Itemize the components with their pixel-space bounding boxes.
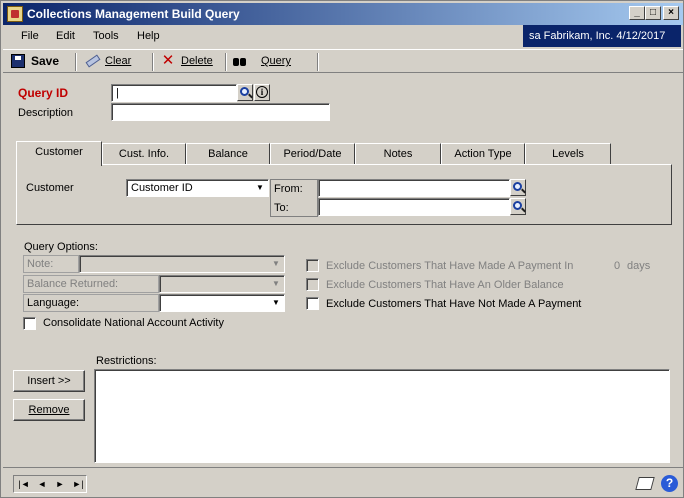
language-label-box: Language: bbox=[23, 294, 159, 312]
tab-balance[interactable]: Balance bbox=[186, 143, 270, 165]
customer-tab-panel: Customer Customer ID ▼ From: To: bbox=[16, 164, 672, 225]
query-id-field[interactable]: | bbox=[111, 84, 237, 102]
note-label-box: Note: bbox=[23, 255, 79, 273]
from-field[interactable] bbox=[318, 179, 510, 197]
toolbar: Save Clear ✕ Delete Query bbox=[3, 49, 683, 73]
from-to-label-box: From: To: bbox=[270, 179, 318, 217]
clear-label: Clear bbox=[105, 55, 132, 67]
record-navigation: |◄ ◄ ► ►| bbox=[13, 475, 87, 493]
customer-field-select[interactable]: Customer ID ▼ bbox=[126, 179, 269, 197]
description-field[interactable] bbox=[111, 103, 330, 121]
title-bar: Collections Management Build Query _ □ × bbox=[3, 3, 683, 25]
restrictions-list[interactable] bbox=[94, 369, 670, 463]
toolbar-separator bbox=[317, 53, 319, 71]
delete-label: Delete bbox=[181, 55, 213, 67]
consolidate-label: Consolidate National Account Activity bbox=[43, 317, 224, 329]
customer-label: Customer bbox=[26, 182, 74, 194]
delete-button[interactable]: ✕ Delete bbox=[161, 52, 213, 70]
balance-returned-label: Balance Returned: bbox=[27, 278, 119, 290]
query-button[interactable]: Query bbox=[233, 54, 291, 70]
consolidate-checkbox[interactable] bbox=[23, 317, 36, 330]
save-button[interactable]: Save bbox=[11, 54, 59, 70]
tab-levels[interactable]: Levels bbox=[525, 143, 611, 165]
chevron-down-icon: ▼ bbox=[272, 279, 280, 288]
menu-edit[interactable]: Edit bbox=[56, 30, 75, 42]
to-label: To: bbox=[274, 202, 289, 214]
build-query-window: Collections Management Build Query _ □ ×… bbox=[0, 0, 684, 498]
info-icon: i bbox=[256, 86, 268, 98]
days-label: days bbox=[627, 260, 651, 272]
language-label: Language: bbox=[27, 297, 79, 309]
save-label: Save bbox=[31, 54, 60, 68]
chevron-down-icon: ▼ bbox=[272, 298, 280, 307]
clear-button[interactable]: Clear bbox=[85, 54, 131, 70]
menu-help[interactable]: Help bbox=[137, 30, 160, 42]
query-options-heading: Query Options: bbox=[24, 241, 98, 253]
save-icon bbox=[11, 54, 25, 68]
exclude-payment-in-days-value: 0 bbox=[614, 260, 621, 272]
window-title: Collections Management Build Query bbox=[27, 7, 240, 21]
exclude-older-balance-checkbox bbox=[306, 278, 319, 291]
insert-button[interactable]: Insert >> bbox=[13, 370, 85, 392]
exclude-not-made-payment-checkbox[interactable] bbox=[306, 297, 319, 310]
menu-file[interactable]: File bbox=[21, 30, 39, 42]
first-record-button[interactable]: |◄ bbox=[16, 478, 32, 490]
help-icon[interactable]: ? bbox=[661, 475, 678, 492]
note-icon[interactable] bbox=[635, 477, 655, 490]
app-icon bbox=[7, 6, 23, 22]
balance-returned-select: ▼ bbox=[159, 275, 285, 293]
chevron-down-icon: ▼ bbox=[256, 183, 264, 192]
from-label: From: bbox=[274, 183, 303, 195]
to-lookup-button[interactable] bbox=[510, 198, 526, 215]
menu-tools[interactable]: Tools bbox=[93, 30, 119, 42]
chevron-down-icon: ▼ bbox=[272, 259, 280, 268]
exclude-not-made-payment-label: Exclude Customers That Have Not Made A P… bbox=[326, 298, 582, 310]
tab-cust-info[interactable]: Cust. Info. bbox=[102, 143, 186, 165]
company-date-bar: sa Fabrikam, Inc. 4/12/2017 bbox=[523, 25, 681, 47]
toolbar-separator bbox=[75, 53, 77, 71]
restrictions-label: Restrictions: bbox=[96, 355, 157, 367]
language-select[interactable]: ▼ bbox=[159, 294, 285, 312]
tab-action-type[interactable]: Action Type bbox=[441, 143, 525, 165]
balance-returned-label-box: Balance Returned: bbox=[23, 275, 159, 293]
remove-button[interactable]: Remove bbox=[13, 399, 85, 421]
note-label: Note: bbox=[27, 258, 54, 270]
query-id-lookup-button[interactable] bbox=[237, 84, 253, 101]
next-record-button[interactable]: ► bbox=[52, 478, 68, 490]
binoculars-icon bbox=[233, 54, 247, 68]
minimize-button[interactable]: _ bbox=[629, 6, 645, 20]
tab-period-date[interactable]: Period/Date bbox=[270, 143, 355, 165]
last-record-button[interactable]: ►| bbox=[70, 478, 86, 490]
status-bar: |◄ ◄ ► ►| ? bbox=[3, 467, 683, 497]
previous-record-button[interactable]: ◄ bbox=[34, 478, 50, 490]
query-id-info-button[interactable]: i bbox=[254, 84, 270, 101]
exclude-payment-in-label: Exclude Customers That Have Made A Payme… bbox=[326, 260, 574, 272]
to-field[interactable] bbox=[318, 198, 510, 216]
tab-customer[interactable]: Customer bbox=[16, 141, 102, 166]
toolbar-separator bbox=[225, 53, 227, 71]
query-label: Query bbox=[261, 55, 291, 67]
from-lookup-button[interactable] bbox=[510, 179, 526, 196]
query-id-label: Query ID bbox=[18, 86, 69, 100]
delete-x-icon: ✕ bbox=[161, 52, 175, 69]
description-label: Description bbox=[18, 107, 74, 119]
toolbar-separator bbox=[152, 53, 154, 71]
maximize-button[interactable]: □ bbox=[645, 6, 661, 20]
tab-notes[interactable]: Notes bbox=[355, 143, 441, 165]
customer-field-value: Customer ID bbox=[131, 182, 193, 194]
exclude-payment-in-checkbox bbox=[306, 259, 319, 272]
note-select: ▼ bbox=[79, 255, 285, 273]
close-button[interactable]: × bbox=[663, 6, 679, 20]
eraser-icon bbox=[85, 54, 101, 68]
exclude-older-balance-label: Exclude Customers That Have An Older Bal… bbox=[326, 279, 564, 291]
